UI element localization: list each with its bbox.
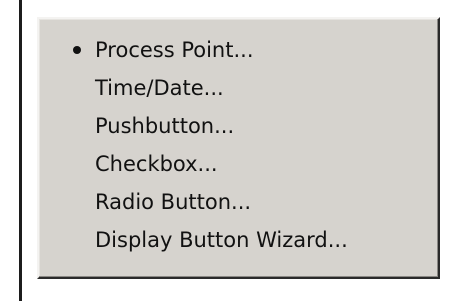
- context-menu: Process Point... Time/Date... Pushbutton…: [37, 17, 440, 279]
- menu-item-process-point[interactable]: Process Point...: [39, 31, 438, 69]
- menu-item-radio-button[interactable]: Radio Button...: [39, 183, 438, 221]
- menu-item-pushbutton[interactable]: Pushbutton...: [39, 107, 438, 145]
- bullet-icon: [73, 46, 81, 54]
- menu-item-display-button-wizard[interactable]: Display Button Wizard...: [39, 221, 438, 259]
- menu-item-label: Process Point...: [95, 38, 254, 62]
- menu-list: Process Point... Time/Date... Pushbutton…: [39, 19, 438, 259]
- menu-item-label: Time/Date...: [95, 76, 224, 100]
- menu-item-label: Checkbox...: [95, 152, 218, 176]
- menu-item-label: Radio Button...: [95, 190, 252, 214]
- menu-item-label: Pushbutton...: [95, 114, 235, 138]
- menu-item-checkbox[interactable]: Checkbox...: [39, 145, 438, 183]
- menu-item-label: Display Button Wizard...: [95, 228, 348, 252]
- window-left-edge: [19, 0, 22, 301]
- menu-item-time-date[interactable]: Time/Date...: [39, 69, 438, 107]
